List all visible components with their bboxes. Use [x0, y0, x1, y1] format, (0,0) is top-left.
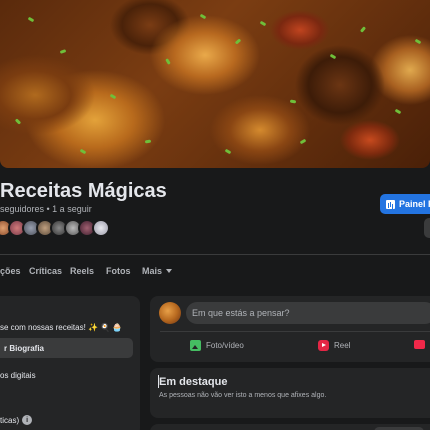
dashboard-label: Painel Pr: [399, 199, 430, 209]
featured-title: Em destaque: [159, 376, 228, 388]
info-icon[interactable]: i: [22, 415, 33, 425]
follower-avatars[interactable]: [0, 219, 110, 237]
reel-label: Reel: [334, 341, 351, 350]
intro-card: [0, 296, 140, 430]
tab-more[interactable]: Mais: [142, 264, 173, 278]
status-input[interactable]: Em que estás a pensar?: [186, 302, 430, 324]
bio-text: se com nossas receitas! ✨ 🍳 🧁: [0, 323, 123, 332]
cover-photo[interactable]: [0, 0, 430, 168]
intro-rating: ticas) i: [0, 415, 33, 425]
page-avatar[interactable]: [159, 302, 181, 324]
page-title: Receitas Mágicas: [0, 180, 167, 202]
divider: [160, 331, 430, 332]
professional-dashboard-button[interactable]: Painel Pr: [380, 194, 430, 214]
intro-rating-label: ticas): [0, 415, 20, 425]
photo-video-button[interactable]: Foto/vídeo: [190, 340, 244, 351]
photo-video-label: Foto/vídeo: [206, 341, 244, 350]
chevron-down-icon: [166, 269, 173, 273]
tab-reels[interactable]: Reels: [70, 264, 94, 278]
divider: [0, 254, 430, 255]
follower-stats[interactable]: seguidores • 1 a seguir: [0, 204, 92, 214]
featured-subtitle: As pessoas não vão ver isto a menos que …: [159, 392, 327, 399]
dashboard-icon: [386, 199, 395, 209]
reel-button[interactable]: Reel: [318, 340, 350, 351]
more-options-button[interactable]: [424, 218, 430, 238]
tab-more-label: Mais: [142, 266, 163, 276]
tab-photos[interactable]: Fotos: [106, 264, 131, 278]
live-video-icon: [414, 340, 425, 349]
tab-reviews[interactable]: Críticas: [29, 264, 62, 278]
photo-icon: [190, 340, 201, 351]
live-video-button[interactable]: [414, 340, 425, 349]
avatar[interactable]: [92, 219, 110, 237]
edit-bio-button[interactable]: r Biografia: [0, 338, 133, 358]
tab-mentions[interactable]: ções: [0, 264, 21, 278]
reel-icon: [318, 340, 329, 351]
intro-category: os digitais: [0, 371, 36, 380]
